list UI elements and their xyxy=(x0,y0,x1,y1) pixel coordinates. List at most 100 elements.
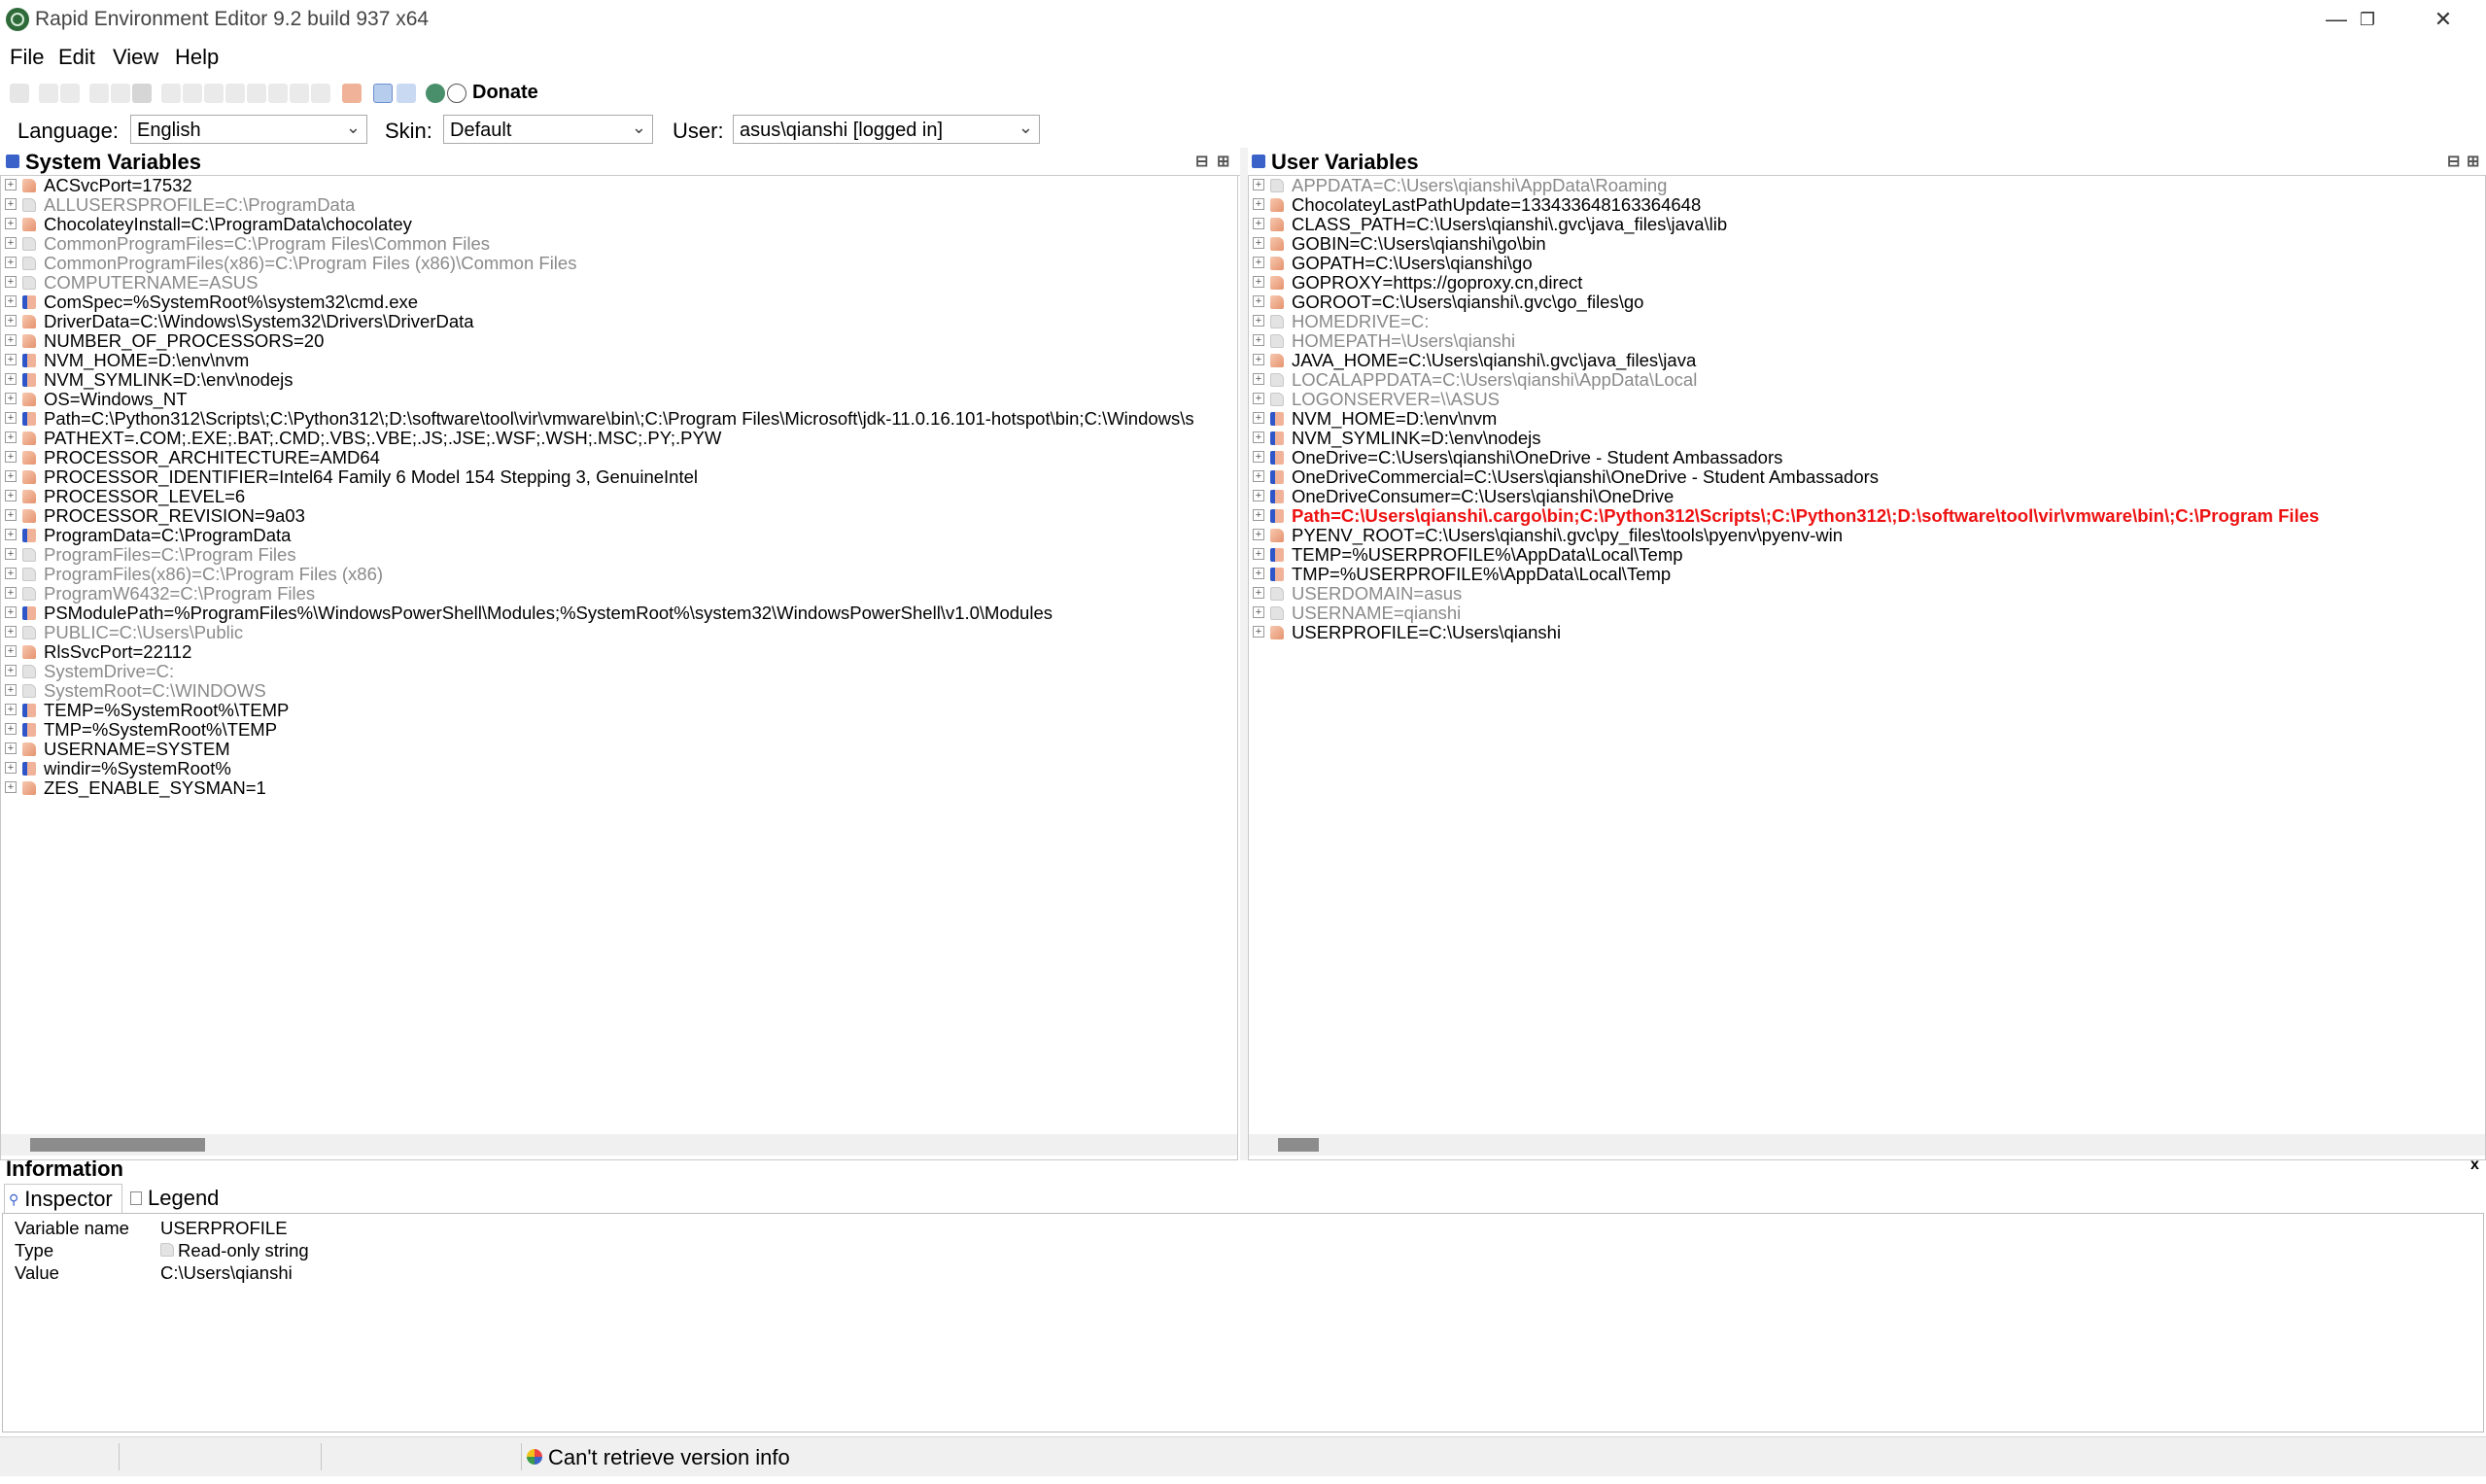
tag-icon[interactable] xyxy=(268,84,288,103)
expand-icon[interactable]: + xyxy=(1253,412,1264,424)
expand-icon[interactable]: + xyxy=(5,645,17,657)
scrollbar-thumb[interactable] xyxy=(1278,1138,1319,1152)
expand-icon[interactable]: + xyxy=(5,237,17,249)
copy-icon[interactable] xyxy=(89,84,109,103)
expand-icon[interactable]: + xyxy=(1253,257,1264,268)
expand-icon[interactable]: + xyxy=(5,179,17,190)
system-variables-tree[interactable]: + ACSvcPort=17532 + ALLUSERSPROFILE=C:\Prog… xyxy=(0,175,1238,1160)
expand-icon[interactable]: + xyxy=(1253,295,1264,307)
collapse-all-icon[interactable]: ⊟ xyxy=(1195,152,1208,171)
expand-icon[interactable]: + xyxy=(1253,334,1264,346)
expand-icon[interactable]: + xyxy=(5,684,17,696)
expand-icon[interactable]: + xyxy=(5,393,17,404)
expand-icon[interactable]: + xyxy=(1253,198,1264,210)
expand-icon[interactable]: + xyxy=(1253,568,1264,579)
expand-icon[interactable]: + xyxy=(1253,276,1264,288)
add-variable-icon[interactable] xyxy=(161,84,181,103)
menu-view[interactable]: View xyxy=(113,45,158,70)
expand-icon[interactable]: + xyxy=(5,723,17,735)
expand-icon[interactable]: + xyxy=(5,354,17,365)
expand-icon[interactable]: + xyxy=(1253,548,1264,560)
expand-icon[interactable]: + xyxy=(5,295,17,307)
expand-icon[interactable]: + xyxy=(5,568,17,579)
expand-all-icon[interactable]: ⊞ xyxy=(1217,152,1229,171)
expand-icon[interactable]: + xyxy=(5,762,17,774)
redo-icon[interactable] xyxy=(60,84,80,103)
expand-icon[interactable]: + xyxy=(5,704,17,715)
expand-icon[interactable]: + xyxy=(1253,529,1264,540)
tab-legend[interactable]: Legend xyxy=(128,1184,235,1213)
language-select[interactable]: English ⌄ xyxy=(130,115,367,144)
expand-view-icon[interactable] xyxy=(373,84,393,103)
expand-icon[interactable]: + xyxy=(1253,237,1264,249)
expand-icon[interactable]: + xyxy=(1253,393,1264,404)
expand-icon[interactable]: + xyxy=(5,587,17,599)
expand-icon[interactable]: + xyxy=(5,218,17,229)
web-icon[interactable] xyxy=(426,84,445,103)
collapse-view-icon[interactable] xyxy=(397,84,416,103)
skin-select[interactable]: Default ⌄ xyxy=(443,115,653,144)
globe-icon xyxy=(527,1449,542,1465)
expand-icon[interactable]: + xyxy=(5,315,17,327)
expand-icon[interactable]: + xyxy=(1253,470,1264,482)
expand-icon[interactable]: + xyxy=(1253,218,1264,229)
menu-help[interactable]: Help xyxy=(175,45,219,70)
undo-icon[interactable] xyxy=(39,84,58,103)
expand-icon[interactable]: + xyxy=(1253,315,1264,327)
move-down-icon[interactable] xyxy=(311,84,330,103)
expand-icon[interactable]: + xyxy=(1253,373,1264,385)
tab-inspector[interactable]: ⚲ Inspector xyxy=(4,1184,122,1214)
expand-icon[interactable]: + xyxy=(5,412,17,424)
expand-icon[interactable]: + xyxy=(5,781,17,793)
expand-icon[interactable]: + xyxy=(5,470,17,482)
user-variables-tree[interactable]: + APPDATA=C:\Users\qianshi\AppData\Roamin… xyxy=(1248,175,2486,1160)
expand-icon[interactable]: + xyxy=(5,257,17,268)
user-select[interactable]: asus\qianshi [logged in] ⌄ xyxy=(733,115,1040,144)
move-up-icon[interactable] xyxy=(290,84,309,103)
save-icon[interactable] xyxy=(10,84,29,103)
expand-icon[interactable]: + xyxy=(1253,179,1264,190)
vertical-splitter[interactable] xyxy=(1240,148,1248,1160)
expand-icon[interactable]: + xyxy=(5,451,17,463)
expand-icon[interactable]: + xyxy=(5,276,17,288)
expand-icon[interactable]: + xyxy=(1253,626,1264,638)
expand-icon[interactable]: + xyxy=(5,490,17,501)
expand-icon[interactable]: + xyxy=(1253,451,1264,463)
expand-icon[interactable]: + xyxy=(5,373,17,385)
expand-icon[interactable]: + xyxy=(1253,354,1264,365)
donate-button[interactable]: Donate xyxy=(472,82,538,104)
expand-icon[interactable]: + xyxy=(1253,509,1264,521)
expand-icon[interactable]: + xyxy=(5,665,17,676)
expand-icon[interactable]: + xyxy=(5,431,17,443)
edit-icon[interactable] xyxy=(204,84,224,103)
clear-icon[interactable] xyxy=(247,84,266,103)
expand-icon[interactable]: + xyxy=(5,626,17,638)
paste-icon[interactable] xyxy=(111,84,130,103)
expand-icon[interactable]: + xyxy=(1253,587,1264,599)
delete-icon[interactable] xyxy=(132,84,152,103)
expand-icon[interactable]: + xyxy=(5,509,17,521)
expand-icon[interactable]: + xyxy=(5,742,17,754)
expand-icon[interactable]: + xyxy=(5,606,17,618)
expand-icon[interactable]: + xyxy=(1253,606,1264,618)
close-button[interactable]: ✕ xyxy=(2399,0,2486,39)
user-horizontal-scrollbar[interactable] xyxy=(1249,1134,2485,1156)
readonly-tag-icon xyxy=(1270,393,1284,406)
expand-icon[interactable]: + xyxy=(1253,490,1264,501)
collapse-all-icon[interactable]: ⊟ xyxy=(2447,152,2460,171)
menu-edit[interactable]: Edit xyxy=(58,45,95,70)
expand-icon[interactable]: + xyxy=(1253,431,1264,443)
cleanup-icon[interactable] xyxy=(342,84,362,103)
close-icon[interactable]: x xyxy=(2470,1156,2479,1174)
menu-file[interactable]: File xyxy=(10,45,44,70)
add-value-icon[interactable] xyxy=(183,84,202,103)
expand-icon[interactable]: + xyxy=(5,334,17,346)
insert-icon[interactable] xyxy=(225,84,245,103)
scrollbar-thumb[interactable] xyxy=(30,1138,205,1152)
help-icon[interactable] xyxy=(447,84,466,103)
expand-icon[interactable]: + xyxy=(5,198,17,210)
system-horizontal-scrollbar[interactable] xyxy=(1,1134,1237,1156)
expand-icon[interactable]: + xyxy=(5,548,17,560)
expand-all-icon[interactable]: ⊞ xyxy=(2467,152,2479,171)
expand-icon[interactable]: + xyxy=(5,529,17,540)
